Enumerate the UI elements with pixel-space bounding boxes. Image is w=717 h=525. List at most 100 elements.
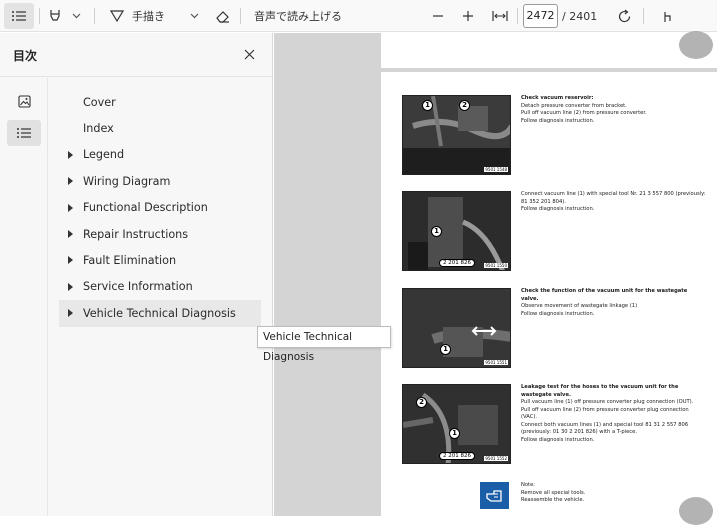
toolbar-divider [94, 8, 95, 24]
toolbar-divider [517, 8, 518, 24]
expand-arrow-icon[interactable] [68, 229, 73, 238]
step-line: Connect vacuum line (1) with special too… [521, 191, 706, 205]
rotate-icon [618, 9, 630, 22]
image-code: 9501 1551 [484, 360, 508, 365]
page-number-input[interactable]: 2472 [523, 4, 558, 28]
fit-width-icon [492, 11, 508, 21]
toc-item-label: Wiring Diagram [83, 174, 171, 188]
scroll-up-handle[interactable] [679, 31, 713, 59]
toc-item-fault-elimination[interactable]: Fault Elimination [59, 247, 261, 273]
expand-arrow-icon[interactable] [68, 256, 73, 265]
callout-marker: 1 [431, 226, 442, 237]
note-heading: Note: [521, 482, 536, 488]
toc-toggle-button[interactable] [4, 3, 34, 29]
step-heading: Check vacuum reservoir: [521, 95, 594, 101]
image-code: 9501 1548 [484, 167, 508, 172]
callout-marker: 1 [449, 428, 460, 439]
toolbar-divider [240, 8, 241, 24]
highlight-options-button[interactable] [68, 3, 84, 29]
note-text: Note: Remove all special tools. Reassemb… [521, 482, 706, 505]
draw-options-button[interactable] [186, 3, 202, 29]
note-line: Remove all special tools. [521, 489, 586, 496]
draw-icon [110, 10, 124, 23]
toc-item-wiring-diagram[interactable]: Wiring Diagram [59, 168, 261, 194]
toc-item-vehicle-technical-diagnosis[interactable]: Vehicle Technical Diagnosis [59, 300, 261, 327]
expand-arrow-icon[interactable] [68, 203, 73, 212]
sidebar-title: 目次 [13, 49, 38, 63]
toc-item-repair-instructions[interactable]: Repair Instructions [59, 221, 261, 247]
image-icon [17, 94, 31, 108]
toc-item-service-information[interactable]: Service Information [59, 274, 261, 300]
page-separator [381, 68, 717, 72]
expand-arrow-icon[interactable] [68, 309, 73, 318]
close-icon [244, 49, 254, 59]
step-line: Follow diagnosis instruction. [521, 310, 595, 317]
instruction-step: Check vacuum reservoir: Detach pressure … [521, 95, 706, 125]
step-line: Detach pressure converter from bracket. [521, 102, 627, 109]
instruction-step: Connect vacuum line (1) with special too… [521, 191, 706, 214]
instruction-step: Check the function of the vacuum unit fo… [521, 288, 706, 318]
list-icon [12, 11, 26, 21]
step-line: Observe movement of wastegate linkage (1… [521, 303, 638, 309]
read-aloud-button[interactable]: 音声で読み上げる [250, 3, 354, 29]
zoom-out-button[interactable] [428, 3, 448, 29]
hand-note-icon [485, 489, 502, 502]
chevron-down-icon [72, 13, 80, 19]
step-line: Pull vacuum line (1) off pressure conver… [521, 399, 694, 405]
sidebar-rail [0, 78, 48, 516]
toc-list: Cover Index Legend Wiring Diagram Functi… [59, 89, 261, 327]
step-line: Follow diagnosis instruction. [521, 117, 595, 124]
toc-item-legend[interactable]: Legend [59, 142, 261, 168]
step-heading: Check the function of the vacuum unit fo… [521, 288, 688, 302]
engine-photo-image [403, 289, 510, 367]
note-icon [480, 482, 509, 509]
toc-list-icon [17, 128, 31, 138]
table-of-contents-button[interactable] [7, 120, 41, 146]
callout-marker: 1 [440, 344, 451, 355]
expand-arrow-icon[interactable] [68, 177, 73, 186]
step-line: Follow diagnosis instruction. [521, 206, 595, 212]
toc-item-label: Fault Elimination [83, 254, 177, 268]
toc-tooltip: Vehicle Technical Diagnosis [257, 326, 391, 363]
draw-button[interactable]: 手描き [110, 3, 180, 29]
close-sidebar-button[interactable] [239, 44, 259, 64]
toolbar-divider [39, 8, 40, 24]
rotate-button[interactable] [613, 3, 635, 29]
toc-item-label: Index [83, 122, 114, 136]
toc-item-label: Cover [83, 95, 116, 109]
step-photo: 1 2 201 826 9501 1550 [402, 191, 511, 271]
eraser-icon [215, 11, 229, 23]
callout-marker: 2 [416, 397, 427, 408]
minus-icon [433, 15, 443, 17]
callout-marker: 2 [459, 100, 470, 111]
step-line: Pull off vacuum line (2) from pressure c… [521, 406, 689, 421]
top-toolbar: 手描き 音声で読み上げる 2472 / 2401 [0, 0, 717, 32]
image-code: 9501 1550 [484, 263, 508, 268]
fit-to-width-button[interactable] [489, 3, 511, 29]
step-heading: Leakage test for the hoses to the vacuum… [521, 384, 679, 398]
expand-arrow-icon[interactable] [68, 150, 73, 159]
highlight-button[interactable] [44, 3, 66, 29]
chevron-down-icon [190, 13, 198, 19]
erase-button[interactable] [211, 3, 233, 29]
toc-item-label: Functional Description [83, 201, 208, 215]
step-photo: 2 1 2 201 826 9501 1552 [402, 384, 511, 464]
plus-icon [463, 11, 473, 21]
toolbar-divider [643, 8, 644, 24]
toc-item-label: Repair Instructions [83, 227, 189, 241]
note-line: Reassemble the vehicle. [521, 497, 585, 503]
toc-sidebar: 目次 Cover Index Legend Wiring Diagram Fun… [0, 33, 273, 516]
highlighter-icon [50, 10, 60, 21]
toc-item-index[interactable]: Index [59, 115, 261, 141]
thumbnails-button[interactable] [7, 88, 41, 114]
expand-arrow-icon[interactable] [68, 282, 73, 291]
engine-photo-image [403, 96, 510, 174]
toc-item-label: Service Information [83, 280, 193, 294]
toc-item-functional-description[interactable]: Functional Description [59, 195, 261, 221]
zoom-in-button[interactable] [458, 3, 478, 29]
instruction-step: Leakage test for the hoses to the vacuum… [521, 384, 706, 444]
tool-label: 2 201 826 [439, 259, 475, 267]
touch-mode-button[interactable] [656, 3, 678, 29]
toc-item-cover[interactable]: Cover [59, 89, 261, 115]
touch-icon [664, 12, 671, 22]
